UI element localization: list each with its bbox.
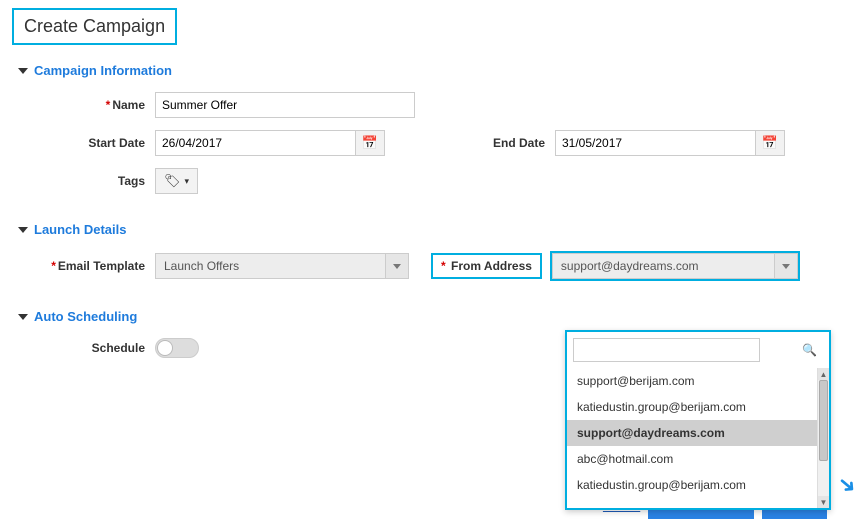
from-address-value: support@daydreams.com: [552, 253, 774, 279]
label-from-address: * From Address: [431, 253, 542, 279]
annotation-arrow-icon: ➜: [832, 469, 857, 501]
section-toggle-campaign-information[interactable]: Campaign Information: [12, 63, 845, 78]
from-address-option[interactable]: katiedustin.group@berijam.com: [567, 472, 829, 498]
email-template-select[interactable]: Launch Offers: [155, 253, 409, 279]
from-address-search-input[interactable]: [573, 338, 760, 362]
tag-icon: 🏷: [164, 173, 181, 189]
from-address-option[interactable]: [567, 498, 829, 508]
email-template-dropdown-button[interactable]: [385, 253, 409, 279]
section-toggle-launch-details[interactable]: Launch Details: [12, 222, 845, 237]
chevron-down-icon: [393, 264, 401, 269]
scroll-up-icon[interactable]: ▲: [818, 368, 829, 380]
schedule-toggle[interactable]: [155, 338, 199, 358]
end-date-input[interactable]: [555, 130, 755, 156]
section-title: Auto Scheduling: [34, 309, 137, 324]
scrollbar-thumb[interactable]: [819, 380, 828, 461]
chevron-down-icon: ▾: [185, 176, 190, 187]
calendar-icon: 📅: [362, 135, 378, 151]
from-address-option[interactable]: katiedustin.group@berijam.com: [567, 394, 829, 420]
section-title: Campaign Information: [34, 63, 172, 78]
section-campaign-information: Campaign Information *Name Start Date 📅: [12, 63, 845, 194]
from-address-option[interactable]: support@berijam.com: [567, 368, 829, 394]
label-name: *Name: [20, 98, 155, 112]
chevron-down-icon: [18, 314, 28, 320]
start-date-picker-button[interactable]: 📅: [355, 130, 385, 156]
label-tags: Tags: [20, 174, 155, 188]
section-launch-details: Launch Details *Email Template Launch Of…: [12, 222, 845, 281]
tags-picker-button[interactable]: 🏷 ▾: [155, 168, 198, 194]
search-icon: 🔍: [802, 343, 817, 357]
from-address-dropdown-button[interactable]: [774, 253, 798, 279]
from-address-select[interactable]: support@daydreams.com: [552, 253, 798, 279]
from-address-option[interactable]: abc@hotmail.com: [567, 446, 829, 472]
from-address-dropdown-panel: 🔍 support@berijam.com katiedustin.group@…: [565, 330, 831, 510]
section-toggle-auto-scheduling[interactable]: Auto Scheduling: [12, 309, 845, 324]
end-date-picker-button[interactable]: 📅: [755, 130, 785, 156]
calendar-icon: 📅: [762, 135, 778, 151]
name-input[interactable]: [155, 92, 415, 118]
label-email-template: *Email Template: [20, 259, 155, 273]
start-date-input[interactable]: [155, 130, 355, 156]
scroll-down-icon[interactable]: ▼: [818, 496, 829, 508]
chevron-down-icon: [18, 227, 28, 233]
dropdown-scrollbar[interactable]: ▲ ▼: [817, 368, 829, 508]
section-title: Launch Details: [34, 222, 126, 237]
chevron-down-icon: [18, 68, 28, 74]
page-title: Create Campaign: [12, 8, 177, 45]
email-template-value: Launch Offers: [155, 253, 385, 279]
label-schedule: Schedule: [20, 341, 155, 355]
label-end-date: End Date: [445, 136, 555, 150]
label-start-date: Start Date: [20, 136, 155, 150]
from-address-option-list: support@berijam.com katiedustin.group@be…: [567, 368, 829, 508]
chevron-down-icon: [782, 264, 790, 269]
from-address-option[interactable]: support@daydreams.com: [567, 420, 829, 446]
